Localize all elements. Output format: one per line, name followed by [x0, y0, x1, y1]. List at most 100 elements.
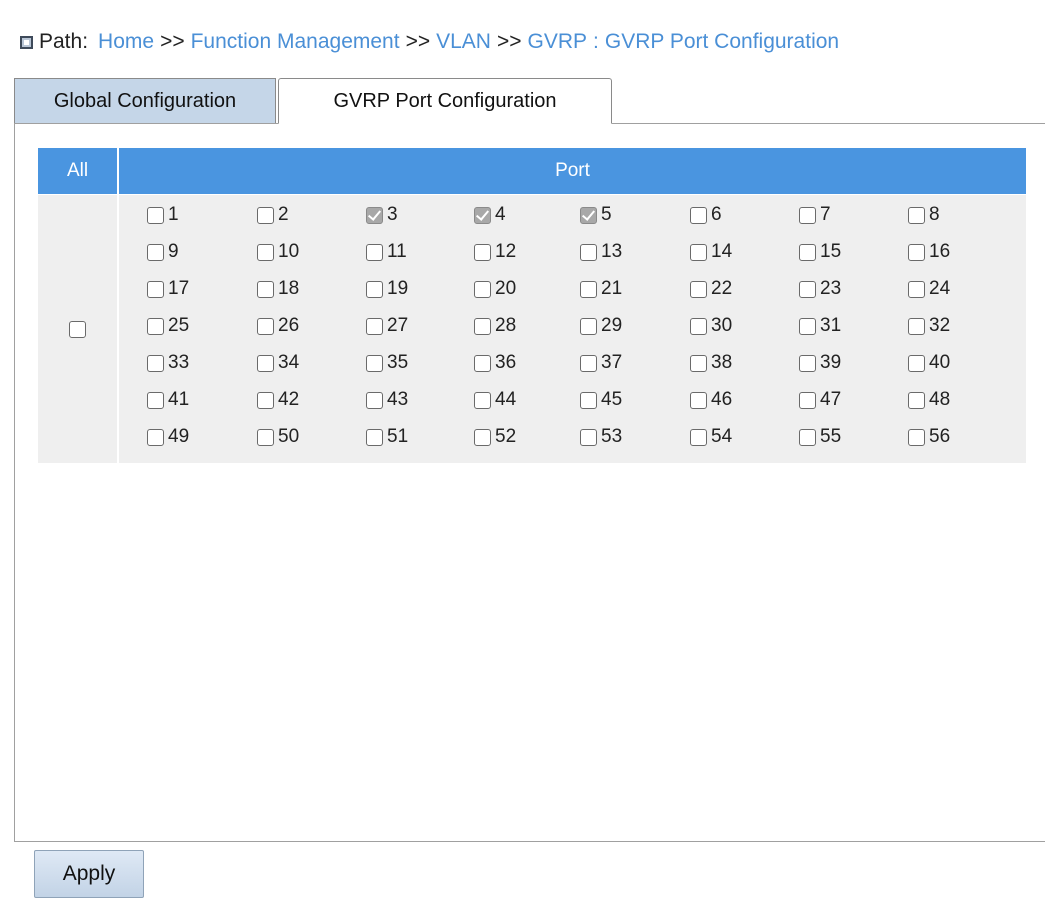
port-option[interactable]: 15 [799, 240, 841, 264]
port-option[interactable]: 13 [580, 240, 622, 264]
port-option[interactable]: 45 [580, 388, 622, 412]
port-checkbox[interactable] [580, 428, 597, 446]
port-option[interactable]: 23 [799, 277, 841, 301]
port-option[interactable]: 10 [257, 240, 299, 264]
breadcrumb-function-management[interactable]: Function Management [191, 30, 400, 54]
port-option[interactable]: 42 [257, 388, 299, 412]
port-option[interactable]: 50 [257, 425, 299, 449]
port-checkbox[interactable] [257, 354, 274, 372]
port-checkbox[interactable] [799, 354, 816, 372]
port-option[interactable]: 1 [147, 203, 179, 227]
port-option[interactable]: 48 [908, 388, 950, 412]
port-checkbox[interactable] [366, 428, 383, 446]
port-checkbox[interactable] [580, 280, 597, 298]
port-checkbox[interactable] [147, 317, 164, 335]
port-option[interactable]: 56 [908, 425, 950, 449]
port-checkbox[interactable] [147, 391, 164, 409]
port-option[interactable]: 19 [366, 277, 408, 301]
port-checkbox[interactable] [690, 428, 707, 446]
port-option[interactable]: 27 [366, 314, 408, 338]
port-option[interactable]: 21 [580, 277, 622, 301]
select-all-checkbox[interactable] [69, 320, 86, 338]
port-option[interactable]: 53 [580, 425, 622, 449]
port-option[interactable]: 44 [474, 388, 516, 412]
port-checkbox[interactable] [799, 280, 816, 298]
port-checkbox[interactable] [690, 206, 707, 224]
port-checkbox[interactable] [257, 280, 274, 298]
port-checkbox[interactable] [474, 280, 491, 298]
port-option[interactable]: 43 [366, 388, 408, 412]
port-checkbox[interactable] [257, 317, 274, 335]
port-checkbox[interactable] [474, 391, 491, 409]
port-checkbox[interactable] [908, 428, 925, 446]
port-option[interactable]: 51 [366, 425, 408, 449]
port-option[interactable]: 6 [690, 203, 722, 227]
port-option[interactable]: 54 [690, 425, 732, 449]
port-checkbox[interactable] [147, 243, 164, 261]
port-option[interactable]: 9 [147, 240, 179, 264]
port-option[interactable]: 7 [799, 203, 831, 227]
port-checkbox[interactable] [474, 428, 491, 446]
port-checkbox[interactable] [474, 206, 491, 224]
port-checkbox[interactable] [799, 206, 816, 224]
port-option[interactable]: 16 [908, 240, 950, 264]
port-checkbox[interactable] [366, 280, 383, 298]
tab-global-configuration[interactable]: Global Configuration [14, 78, 276, 123]
port-option[interactable]: 29 [580, 314, 622, 338]
port-checkbox[interactable] [690, 317, 707, 335]
breadcrumb-gvrp[interactable]: GVRP [528, 30, 588, 54]
port-checkbox[interactable] [799, 428, 816, 446]
port-option[interactable]: 32 [908, 314, 950, 338]
port-option[interactable]: 46 [690, 388, 732, 412]
port-option[interactable]: 52 [474, 425, 516, 449]
port-checkbox[interactable] [366, 206, 383, 224]
port-option[interactable]: 39 [799, 351, 841, 375]
port-option[interactable]: 37 [580, 351, 622, 375]
port-option[interactable]: 4 [474, 203, 506, 227]
port-option[interactable]: 8 [908, 203, 940, 227]
port-checkbox[interactable] [690, 243, 707, 261]
port-option[interactable]: 33 [147, 351, 189, 375]
port-checkbox[interactable] [690, 391, 707, 409]
port-checkbox[interactable] [257, 428, 274, 446]
port-option[interactable]: 55 [799, 425, 841, 449]
port-checkbox[interactable] [147, 206, 164, 224]
port-checkbox[interactable] [257, 243, 274, 261]
port-checkbox[interactable] [690, 354, 707, 372]
port-checkbox[interactable] [908, 243, 925, 261]
port-checkbox[interactable] [147, 354, 164, 372]
port-option[interactable]: 26 [257, 314, 299, 338]
port-option[interactable]: 5 [580, 203, 612, 227]
port-checkbox[interactable] [366, 243, 383, 261]
breadcrumb-home[interactable]: Home [98, 30, 154, 54]
port-checkbox[interactable] [366, 391, 383, 409]
port-checkbox[interactable] [474, 243, 491, 261]
port-checkbox[interactable] [147, 280, 164, 298]
port-checkbox[interactable] [580, 354, 597, 372]
port-option[interactable]: 22 [690, 277, 732, 301]
port-checkbox[interactable] [908, 354, 925, 372]
port-option[interactable]: 14 [690, 240, 732, 264]
port-checkbox[interactable] [580, 243, 597, 261]
port-checkbox[interactable] [799, 391, 816, 409]
port-option[interactable]: 12 [474, 240, 516, 264]
breadcrumb-vlan[interactable]: VLAN [436, 30, 491, 54]
port-checkbox[interactable] [799, 317, 816, 335]
port-checkbox[interactable] [580, 206, 597, 224]
port-option[interactable]: 38 [690, 351, 732, 375]
tab-gvrp-port-configuration[interactable]: GVRP Port Configuration [278, 78, 612, 124]
apply-button[interactable]: Apply [34, 850, 144, 898]
port-option[interactable]: 34 [257, 351, 299, 375]
port-checkbox[interactable] [908, 317, 925, 335]
port-option[interactable]: 31 [799, 314, 841, 338]
port-option[interactable]: 35 [366, 351, 408, 375]
port-option[interactable]: 24 [908, 277, 950, 301]
port-checkbox[interactable] [908, 391, 925, 409]
port-checkbox[interactable] [690, 280, 707, 298]
port-checkbox[interactable] [908, 280, 925, 298]
port-option[interactable]: 25 [147, 314, 189, 338]
port-checkbox[interactable] [474, 317, 491, 335]
port-checkbox[interactable] [580, 317, 597, 335]
port-checkbox[interactable] [580, 391, 597, 409]
port-option[interactable]: 2 [257, 203, 289, 227]
